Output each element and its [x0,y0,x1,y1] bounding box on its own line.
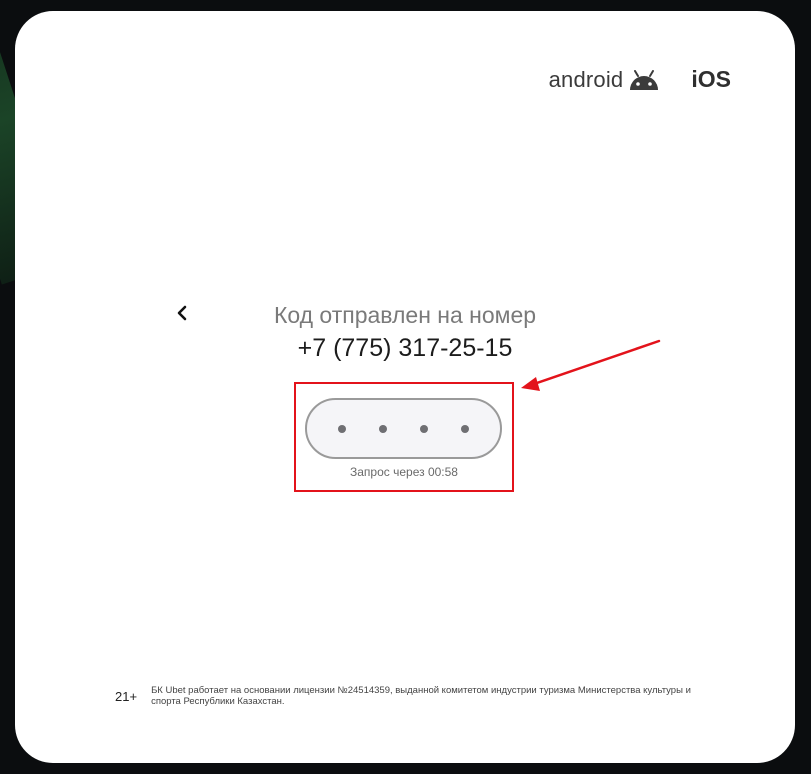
code-digit-placeholder [378,424,387,433]
chevron-left-icon [177,305,187,321]
license-text: БК Ubet работает на основании лицензии №… [151,685,691,707]
resend-timer: Запрос через 00:58 [350,465,458,479]
android-label: android [548,66,624,92]
verification-header: Код отправлен на номер +7 (775) 317-25-1… [205,299,605,365]
code-sent-title: Код отправлен на номер [273,302,537,328]
code-digit-placeholder [461,424,470,433]
store-links: android iOS [549,66,731,93]
android-download-link[interactable]: android [549,67,662,93]
verification-modal: android iOS Код отправлен на номер +7 (7… [15,11,795,763]
code-digit-placeholder [337,424,346,433]
phone-number: +7 (775) 317-25-15 [297,334,513,362]
age-restriction-badge: 21+ [115,688,138,704]
back-button[interactable] [170,301,194,325]
android-robot-icon [630,69,659,90]
code-digit-placeholder [420,424,429,433]
sms-code-input[interactable] [305,398,502,459]
ios-download-link[interactable]: iOS [691,66,731,93]
license-footer: 21+ БК Ubet работает на основании лиценз… [115,685,715,707]
